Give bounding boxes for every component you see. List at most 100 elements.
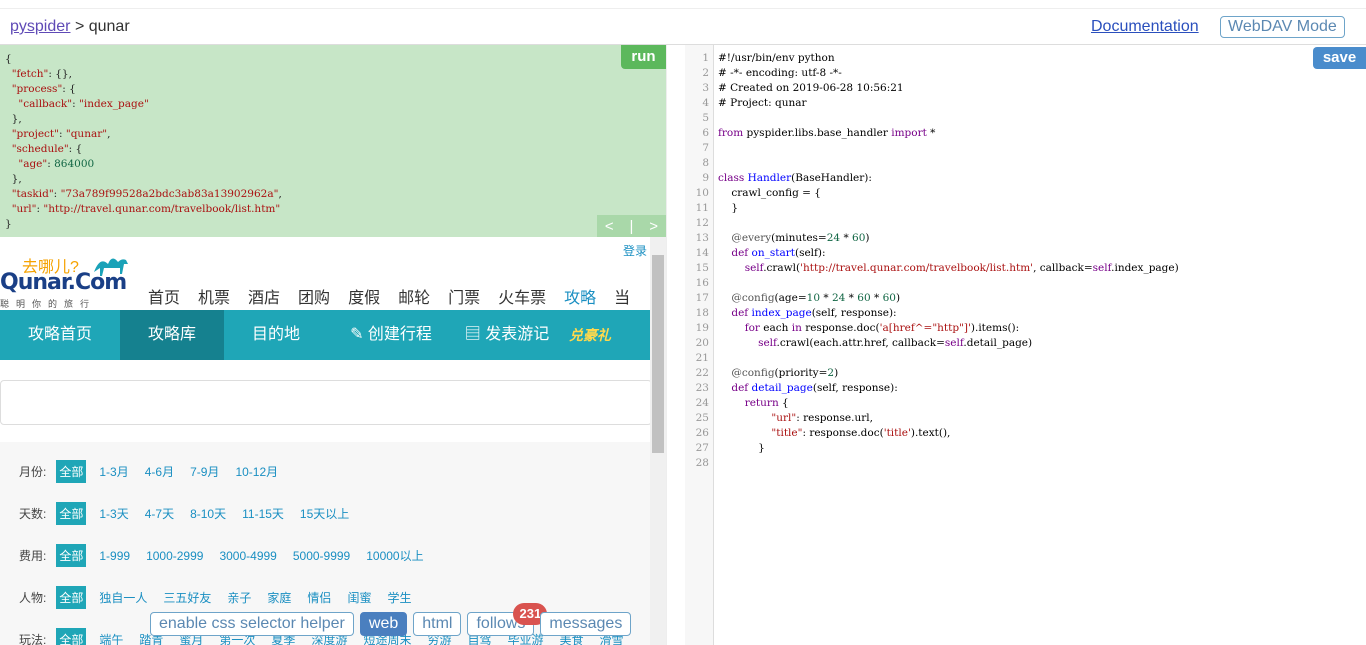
next-task-button[interactable]: > xyxy=(649,218,658,235)
subnav-create-trip[interactable]: ✎ 创建行程 xyxy=(328,310,454,360)
line-number: 17 xyxy=(695,292,709,304)
line-number: 13 xyxy=(695,232,709,244)
filter-option[interactable]: 1-3天 xyxy=(99,505,128,522)
filter-option[interactable]: 学生 xyxy=(387,589,411,606)
filter-all[interactable]: 全部 xyxy=(56,544,87,567)
subnav-post-travelogue[interactable]: ▤ 发表游记 xyxy=(454,310,560,360)
main-nav-home[interactable]: 首页 xyxy=(148,284,180,308)
filter-option[interactable]: 1-999 xyxy=(99,549,130,563)
debug-panel: { "fetch": {}, "process": { "callback": … xyxy=(0,45,666,645)
filter-option[interactable]: 7-9月 xyxy=(190,463,219,480)
web-tab-button[interactable]: web xyxy=(359,612,408,636)
filter-option[interactable]: 10-12月 xyxy=(235,463,278,480)
search-box[interactable] xyxy=(0,380,652,425)
breadcrumb-pyspider-link[interactable]: pyspider xyxy=(10,18,70,35)
filter-label: 人物: xyxy=(19,591,47,605)
panel-splitter[interactable] xyxy=(666,45,685,645)
qunar-logo[interactable]: 去哪儿? Qunar.Com 聪明你的旅行 xyxy=(0,250,130,309)
subnav-guide-home[interactable]: 攻略首页 xyxy=(0,310,120,360)
html-tab-button[interactable]: html xyxy=(413,612,462,636)
save-button[interactable]: save xyxy=(1313,47,1366,69)
code-line: crawl_config = { xyxy=(718,187,821,199)
line-number: 26 xyxy=(695,427,709,439)
prev-task-button[interactable]: < xyxy=(605,218,614,235)
filter-option[interactable]: 4-6月 xyxy=(145,463,174,480)
filter-option[interactable]: 情侣 xyxy=(307,589,331,606)
line-number: 10 xyxy=(695,187,709,199)
logo-name: Qunar.Com xyxy=(0,270,127,295)
filter-option[interactable]: 独自一人 xyxy=(99,589,147,606)
line-number: 4 xyxy=(702,97,709,109)
filter-option[interactable]: 亲子 xyxy=(227,589,251,606)
subnav-post-travelogue-label: 发表游记 xyxy=(485,326,550,343)
css-selector-helper-button[interactable]: enable css selector helper xyxy=(150,612,354,636)
web-preview-scrollbar[interactable] xyxy=(650,237,666,645)
filter-option[interactable]: 11-15天 xyxy=(242,505,284,522)
main-nav-hotels[interactable]: 酒店 xyxy=(248,284,280,308)
filter-option[interactable]: 10000以上 xyxy=(366,547,423,564)
main-nav-cruise[interactable]: 邮轮 xyxy=(398,284,430,308)
login-link[interactable]: 登录 xyxy=(623,242,647,259)
filter-option[interactable]: 1000-2999 xyxy=(146,549,203,563)
line-number: 25 xyxy=(695,412,709,424)
filter-label: 费用: xyxy=(19,549,47,563)
filter-all[interactable]: 全部 xyxy=(56,628,87,645)
filter-option[interactable]: 家庭 xyxy=(267,589,291,606)
main-nav-tickets[interactable]: 门票 xyxy=(448,284,480,308)
filter-option[interactable]: 1-3月 xyxy=(99,463,128,480)
filter-option[interactable]: 闺蜜 xyxy=(347,589,371,606)
main-nav-groupbuy[interactable]: 团购 xyxy=(298,284,330,308)
filter-all[interactable]: 全部 xyxy=(56,460,87,483)
main-nav-vacation[interactable]: 度假 xyxy=(348,284,380,308)
main-nav-flights[interactable]: 机票 xyxy=(198,284,230,308)
subnav-create-trip-label: 创建行程 xyxy=(367,326,432,343)
line-number: 23 xyxy=(695,382,709,394)
main-nav-guides[interactable]: 攻略 xyxy=(564,284,596,308)
line-number: 18 xyxy=(695,307,709,319)
document-icon: ▤ xyxy=(464,326,481,343)
line-number: 21 xyxy=(695,352,709,364)
line-number: 7 xyxy=(702,142,709,154)
code-line: } xyxy=(758,442,765,454)
code-line: # Created on 2019-06-28 10:56:21 xyxy=(718,82,904,94)
task-pager: < | > xyxy=(597,215,666,237)
subnav-destination[interactable]: 目的地 xyxy=(224,310,328,360)
code-line: for each in response.doc('a[href^="http"… xyxy=(744,322,1020,334)
code-editor[interactable]: 1 2 3 4 5 6 7 8 9 10 11 12 13 14 15 16 1… xyxy=(685,45,1366,645)
code-line: from pyspider.libs.base_handler import * xyxy=(718,127,936,139)
task-json[interactable]: { "fetch": {}, "process": { "callback": … xyxy=(5,52,282,232)
gift-badge[interactable]: 兑豪礼 xyxy=(560,310,620,360)
filter-row-month: 月份: 全部 1-3月 4-6月 7-9月 10-12月 xyxy=(19,460,294,483)
guide-subnav: 攻略首页 攻略库 目的地 ✎ 创建行程 ▤ 发表游记 兑豪礼 xyxy=(0,310,650,360)
messages-tab-button[interactable]: messages xyxy=(540,612,632,636)
line-number: 24 xyxy=(695,397,709,409)
line-number: 22 xyxy=(695,367,709,379)
follows-tab-button[interactable]: follows 231 xyxy=(467,603,548,636)
line-number: 5 xyxy=(702,112,709,124)
line-number: 16 xyxy=(695,277,709,289)
code-line: "url": response.url, xyxy=(771,412,873,424)
line-number: 3 xyxy=(702,82,709,94)
filter-all[interactable]: 全部 xyxy=(56,502,87,525)
filter-option[interactable]: 5000-9999 xyxy=(293,549,350,563)
main-nav-train[interactable]: 火车票 xyxy=(498,284,546,308)
filter-label: 玩法: xyxy=(19,633,47,645)
line-number: 15 xyxy=(695,262,709,274)
filter-option[interactable]: 15天以上 xyxy=(300,505,349,522)
line-number-gutter: 1 2 3 4 5 6 7 8 9 10 11 12 13 14 15 16 1… xyxy=(685,45,714,645)
filter-option[interactable]: 端午 xyxy=(99,631,123,645)
run-button[interactable]: run xyxy=(621,45,666,69)
filter-option[interactable]: 8-10天 xyxy=(190,505,226,522)
task-panel[interactable]: { "fetch": {}, "process": { "callback": … xyxy=(0,45,666,237)
documentation-link[interactable]: Documentation xyxy=(1091,18,1199,36)
subnav-guide-library[interactable]: 攻略库 xyxy=(120,310,224,360)
filter-label: 天数: xyxy=(19,507,47,521)
filter-all[interactable]: 全部 xyxy=(56,586,87,609)
scrollbar-thumb[interactable] xyxy=(652,255,664,453)
filter-option[interactable]: 三五好友 xyxy=(163,589,211,606)
filter-option[interactable]: 4-7天 xyxy=(145,505,174,522)
filter-label: 月份: xyxy=(19,465,47,479)
webdav-mode-button[interactable]: WebDAV Mode xyxy=(1220,16,1345,38)
main-nav-local[interactable]: 当 xyxy=(614,284,630,308)
filter-option[interactable]: 3000-4999 xyxy=(219,549,276,563)
